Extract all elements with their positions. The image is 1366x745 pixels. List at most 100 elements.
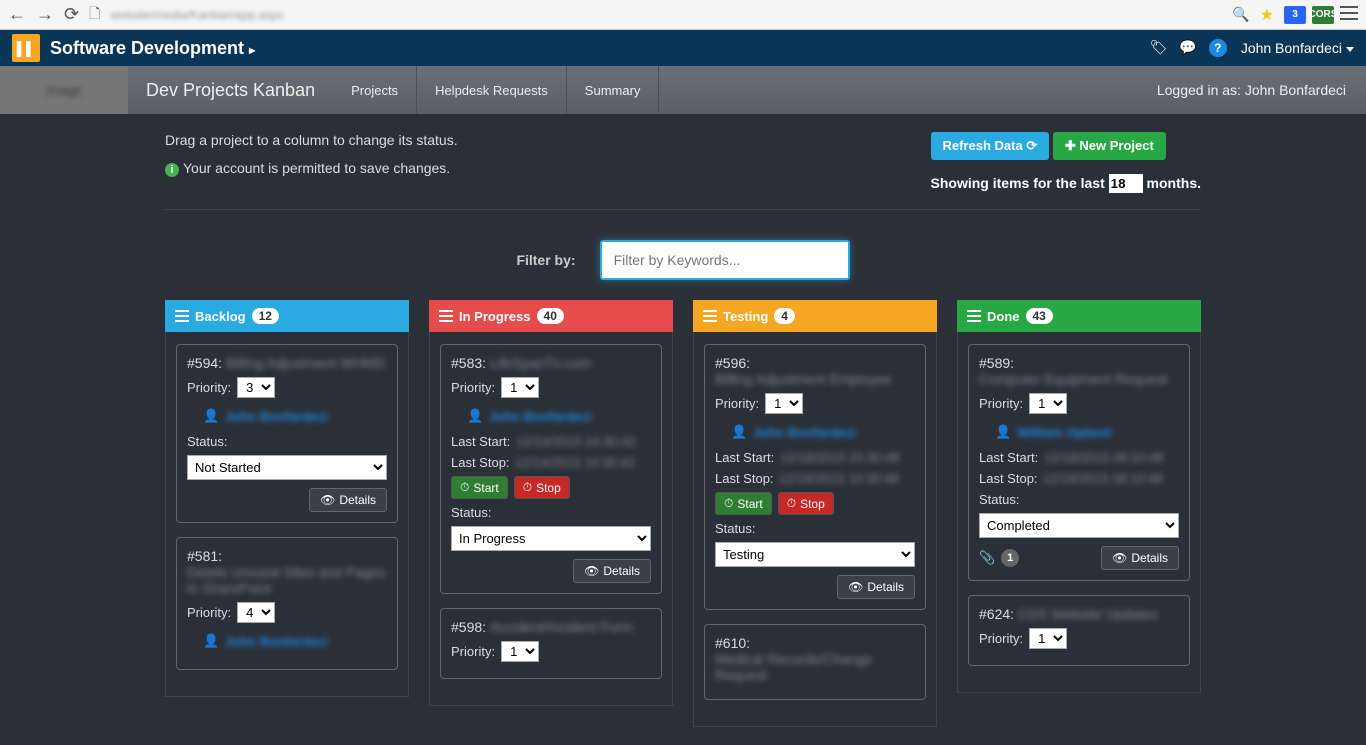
status-label: Status: [715, 521, 755, 536]
css3-extension-icon[interactable]: 3 [1284, 6, 1306, 24]
brand-icon[interactable]: ▌▌ [12, 34, 40, 62]
status-select[interactable]: In Progress [451, 526, 651, 551]
refresh-data-button[interactable]: Refresh Data ⟳ [931, 132, 1050, 160]
count-badge: 43 [1026, 308, 1053, 324]
nav-bar: image Dev Projects Kanban Projects Helpd… [0, 66, 1366, 114]
count-badge: 4 [774, 308, 795, 324]
stop-button[interactable]: ⏱ Stop [514, 476, 570, 499]
status-select[interactable]: Testing [715, 542, 915, 567]
stop-button[interactable]: ⏱ Stop [778, 492, 834, 515]
count-badge: 12 [252, 308, 279, 324]
priority-label: Priority: [187, 380, 231, 395]
new-project-button[interactable]: ✚ New Project [1053, 132, 1166, 160]
card[interactable]: #598: Accident/Incident Form Priority: 1 [440, 608, 662, 679]
bookmark-star-icon[interactable]: ★ [1260, 5, 1274, 25]
last-start-value: 12/18/2015 08:10:48 [1044, 450, 1163, 465]
assignee[interactable]: 👤John Bonfardeci [731, 424, 915, 440]
list-icon [703, 310, 717, 322]
priority-select[interactable]: 1 [1029, 393, 1067, 414]
card-title: #598: Accident/Incident Form [451, 619, 651, 635]
list-icon [439, 310, 453, 322]
page-icon: 🗋 [89, 3, 100, 27]
tag-icon[interactable]: 🏷 [1150, 39, 1168, 57]
card[interactable]: #589: Computer Equipment Request Priorit… [968, 344, 1190, 581]
start-button[interactable]: ⏱ Start [715, 492, 772, 515]
status-select[interactable]: Not Started [187, 455, 387, 480]
status-label: Status: [451, 505, 491, 520]
tab-projects[interactable]: Projects [333, 66, 417, 114]
priority-select[interactable]: 3 [237, 377, 275, 398]
card-title: #594: Billing Adjustment WHMD [187, 355, 387, 371]
person-icon: 👤 [203, 633, 219, 649]
column-header-testing: Testing 4 [693, 300, 937, 332]
priority-label: Priority: [451, 644, 495, 659]
card[interactable]: #624: CDS Website Updates Priority: 1 [968, 595, 1190, 666]
card-title: #583: LifeSpanTx.com [451, 355, 651, 371]
priority-select[interactable]: 1 [765, 393, 803, 414]
list-icon [967, 310, 981, 322]
priority-select[interactable]: 1 [501, 377, 539, 398]
kanban-columns: Backlog 12 #594: Billing Adjustment WHMD… [165, 300, 1201, 727]
details-button[interactable]: 👁 Details [837, 575, 915, 599]
person-icon: 👤 [467, 408, 483, 424]
extensions: 3 CORS [1284, 6, 1358, 24]
status-select[interactable]: Completed [979, 513, 1179, 538]
months-input[interactable] [1109, 174, 1143, 193]
cors-extension-icon[interactable]: CORS [1312, 6, 1334, 24]
browser-menu-icon[interactable] [1340, 6, 1358, 20]
column-header-in-progress: In Progress 40 [429, 300, 673, 332]
last-stop-value: 12/14/2015 14:30:42 [516, 455, 635, 470]
assignee[interactable]: 👤William Opland [995, 424, 1179, 440]
last-stop-label: Last Stop: [979, 471, 1038, 486]
last-start-value: 12/14/2015 14:30:42 [516, 434, 635, 449]
priority-label: Priority: [187, 605, 231, 620]
card[interactable]: #583: LifeSpanTx.com Priority: 1 👤John B… [440, 344, 662, 594]
card[interactable]: #610: Medical Records/Change Request [704, 624, 926, 700]
assignee[interactable]: 👤John Bonfardeci [203, 408, 387, 424]
column-header-done: Done 43 [957, 300, 1201, 332]
card[interactable]: #594: Billing Adjustment WHMD Priority: … [176, 344, 398, 523]
last-stop-label: Last Stop: [715, 471, 774, 486]
card[interactable]: #581: Delete Unused Sites and Pages in S… [176, 537, 398, 670]
last-start-value: 12/18/2015 10:30:48 [780, 450, 899, 465]
details-button[interactable]: 👁 Details [309, 488, 387, 512]
priority-select[interactable]: 1 [501, 641, 539, 662]
chat-icon[interactable]: 💬 [1179, 39, 1196, 57]
tab-helpdesk[interactable]: Helpdesk Requests [417, 66, 567, 114]
last-stop-value: 12/18/2015 08:10:48 [1044, 471, 1163, 486]
zoom-icon[interactable]: 🔍 [1232, 6, 1249, 23]
browser-toolbar: ← → ⟳ 🗋 website/media/Kanban/app.aspx 🔍 … [0, 0, 1366, 30]
attachment-icon[interactable]: 📎 [979, 550, 995, 566]
user-menu[interactable]: John Bonfardeci [1241, 40, 1354, 56]
assignee[interactable]: 👤John Bonfardeci [203, 633, 387, 649]
tab-summary[interactable]: Summary [567, 66, 660, 114]
column-done: Done 43 #589: Computer Equipment Request… [957, 300, 1201, 727]
last-start-label: Last Start: [715, 450, 774, 465]
details-button[interactable]: 👁 Details [573, 559, 651, 583]
assignee[interactable]: 👤John Bonfardeci [467, 408, 651, 424]
column-testing: Testing 4 #596: Billing Adjustment Emplo… [693, 300, 937, 727]
address-bar[interactable]: website/media/Kanban/app.aspx [110, 8, 1222, 22]
filter-input[interactable] [600, 240, 850, 280]
forward-button[interactable]: → [36, 4, 54, 25]
status-label: Status: [187, 434, 227, 449]
filter-row: Filter by: [165, 240, 1201, 280]
site-title: Software Development ▸ [50, 38, 255, 59]
last-stop-label: Last Stop: [451, 455, 510, 470]
app-logo: image [0, 66, 128, 114]
help-icon[interactable]: ? [1209, 39, 1227, 57]
priority-select[interactable]: 1 [1029, 628, 1067, 649]
person-icon: 👤 [995, 424, 1011, 440]
details-button[interactable]: 👁 Details [1101, 546, 1179, 570]
attachment-count: 1 [1001, 549, 1019, 567]
app-name: Dev Projects Kanban [128, 80, 333, 101]
last-stop-value: 12/18/2015 10:30:48 [780, 471, 899, 486]
card[interactable]: #596: Billing Adjustment Employee Priori… [704, 344, 926, 610]
status-label: Status: [979, 492, 1019, 507]
priority-select[interactable]: 4 [237, 602, 275, 623]
back-button[interactable]: ← [8, 4, 26, 25]
priority-label: Priority: [451, 380, 495, 395]
priority-label: Priority: [979, 631, 1023, 646]
reload-button[interactable]: ⟳ [64, 4, 79, 25]
start-button[interactable]: ⏱ Start [451, 476, 508, 499]
